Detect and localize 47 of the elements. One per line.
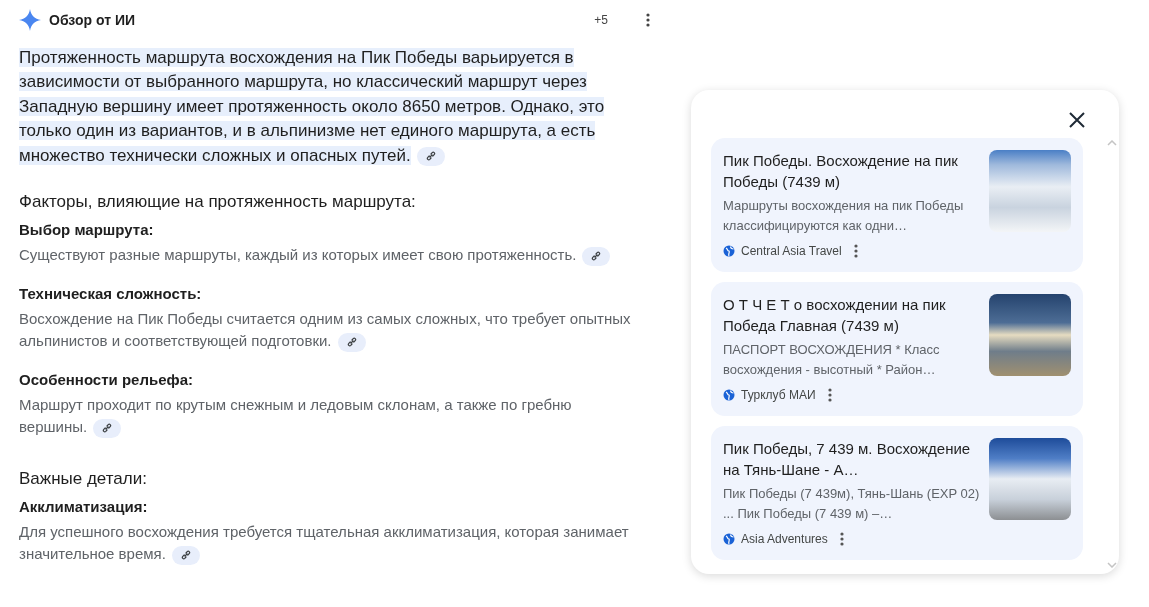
factor-text: Восхождение на Пик Победы считается одним из самых сложных, что требует опытных альпинистов и соответствующей подготовки. <box>19 308 632 353</box>
source-site: Турклуб МАИ <box>741 388 816 402</box>
source-title[interactable]: О Т Ч Е Т о восхождении на пик Победа Главная (7439 м) <box>723 294 981 336</box>
globe-icon <box>723 245 735 257</box>
factor-title: Выбор маршрута: <box>19 221 155 239</box>
source-title[interactable]: Пик Победы. Восхождение на пик Победы (7439 м) <box>723 150 981 192</box>
more-icon <box>827 388 832 402</box>
link-icon <box>180 550 191 561</box>
more-icon <box>646 13 650 27</box>
source-link-button[interactable] <box>582 246 611 266</box>
factor-title: Особенности рельефа: <box>19 370 194 388</box>
source-link-button[interactable] <box>416 146 445 166</box>
more-button[interactable] <box>853 244 858 258</box>
link-icon <box>102 423 113 434</box>
more-icon <box>853 244 858 258</box>
section-heading: Факторы, влияющие на протяженность маршрута: <box>19 192 417 213</box>
source-card[interactable]: О Т Ч Е Т о восхождении на пик Победа Главная (7439 м) ПАСПОРТ ВОСХОЖДЕНИЯ * Класс восхождения - высотный * Район… Турклуб МАИ <box>711 282 1083 416</box>
source-snippet: Пик Победы (7 439м), Тянь-Шань (EXP 02) ... Пик Победы (7 439 м) –… <box>723 485 981 523</box>
source-link-button[interactable] <box>337 332 366 352</box>
globe-icon <box>723 533 735 545</box>
overview-title: Обзор от ИИ <box>49 12 137 28</box>
more-button[interactable] <box>827 388 832 402</box>
source-snippet: ПАСПОРТ ВОСХОЖДЕНИЯ * Класс восхождения - высотный * Район… <box>723 341 941 379</box>
factor-text: Существуют разные маршруты, каждый из которых имеет свою протяженность. <box>19 244 639 267</box>
factor-title: Техническая сложность: <box>19 284 203 302</box>
sparkle-icon <box>19 9 41 31</box>
factor-title: Акклиматизация: <box>19 497 149 515</box>
globe-icon <box>723 389 735 401</box>
more-button[interactable] <box>646 13 650 27</box>
link-icon <box>346 337 357 348</box>
more-button[interactable] <box>839 532 844 546</box>
source-site: Asia Adventures <box>741 532 828 546</box>
sources-count: +5 <box>594 13 608 27</box>
factor-text: Маршрут проходит по крутым снежным и ледовым склонам, а также по гребню вершины. <box>19 394 573 439</box>
factor-text: Для успешного восхождения требуется тщательная акклиматизация, которая занимает значительное время. <box>19 521 630 566</box>
source-title[interactable]: Пик Победы, 7 439 м. Восхождение на Тянь-Шане - А… <box>723 438 981 480</box>
source-card[interactable]: Пик Победы, 7 439 м. Восхождение на Тянь-Шане - А… Пик Победы (7 439м), Тянь-Шань (EXP 02) ... Пик Победы (7 439 м) –… Asia Adventures <box>711 426 1083 560</box>
more-icon <box>839 532 844 546</box>
source-site: Central Asia Travel <box>741 244 842 258</box>
section-heading: Важные детали: <box>19 468 148 489</box>
link-icon <box>591 251 602 262</box>
source-link-button[interactable] <box>93 418 122 438</box>
source-card[interactable]: Пик Победы. Восхождение на пик Победы (7439 м) Маршруты восхождения на пик Победы классифицируются как одни… Central Asia Travel <box>711 138 1083 272</box>
link-icon <box>425 151 436 162</box>
source-snippet: Маршруты восхождения на пик Победы классифицируются как одни… <box>723 197 965 235</box>
answer-paragraph: Протяженность маршрута восхождения на Пик Победы варьируется в зависимости от выбранного маршрута, но классический маршрут через Западную вершину имеет протяженность около 8650 метров. Однако, это только один из вариантов, и в альпинизме нет единого маршрута, а есть множество технически сложных и опасных путей. <box>19 47 606 168</box>
source-link-button[interactable] <box>171 545 200 565</box>
